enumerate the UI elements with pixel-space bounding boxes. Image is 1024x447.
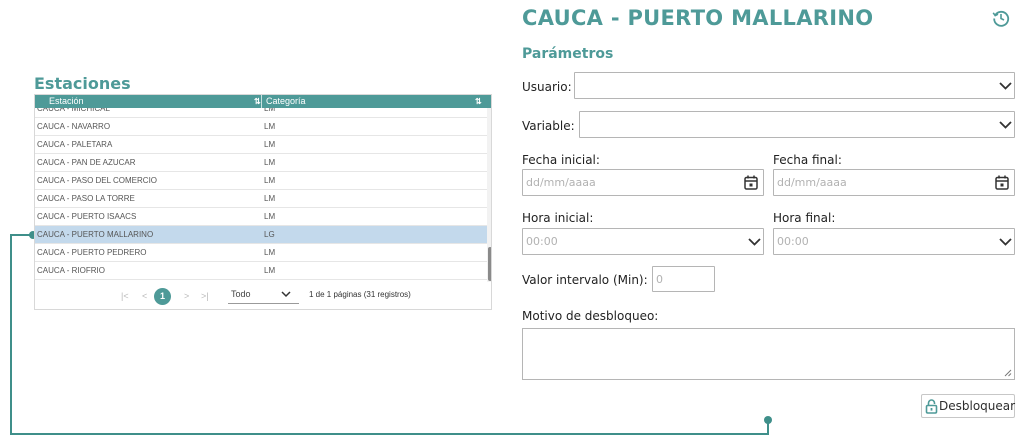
station-cell: CAUCA - NAVARRO <box>37 122 111 131</box>
category-cell: LM <box>264 266 276 275</box>
unlock-button-label: Desbloquear <box>939 399 1016 413</box>
unlock-button[interactable]: Desbloquear <box>921 394 1015 418</box>
last-page-button[interactable]: >| <box>201 290 209 302</box>
next-page-button[interactable]: > <box>184 290 189 302</box>
fecha-final-input[interactable]: dd/mm/aaaa <box>773 169 1015 196</box>
page-size-value: Todo <box>231 289 251 299</box>
resize-grip-icon[interactable] <box>1004 369 1012 377</box>
page-title: CAUCA - PUERTO MALLARINO <box>522 6 874 30</box>
fecha-inicial-placeholder: dd/mm/aaaa <box>526 176 596 189</box>
station-cell: CAUCA - RIOFRIO <box>37 266 106 275</box>
fecha-final-placeholder: dd/mm/aaaa <box>777 176 847 189</box>
hora-inicial-value: 00:00 <box>526 235 558 248</box>
scrollbar-thumb[interactable] <box>488 247 491 281</box>
category-cell: LM <box>264 140 276 149</box>
usuario-label: Usuario: <box>522 80 572 94</box>
table-row[interactable]: CAUCA - MICHICAL LM <box>35 108 487 118</box>
table-row-selected[interactable]: CAUCA - PUERTO MALLARINO LG <box>35 226 487 244</box>
hora-inicial-label: Hora inicial: <box>522 211 594 225</box>
valor-intervalo-label: Valor intervalo (Min): <box>522 273 648 287</box>
fecha-final-label: Fecha final: <box>773 153 842 167</box>
hora-final-label: Hora final: <box>773 211 836 225</box>
station-cell: CAUCA - PUERTO ISAACS <box>37 212 137 221</box>
usuario-select[interactable] <box>574 72 1015 99</box>
current-page-button[interactable]: 1 <box>154 288 171 305</box>
category-cell: LM <box>264 212 276 221</box>
table-row[interactable]: CAUCA - RIOFRIO LM <box>35 262 487 280</box>
variable-label: Variable: <box>522 119 575 133</box>
category-cell: LM <box>264 176 276 185</box>
chevron-down-icon <box>999 82 1012 90</box>
stations-title: Estaciones <box>34 74 131 93</box>
column-divider <box>261 95 262 108</box>
valor-intervalo-placeholder: 0 <box>656 273 663 286</box>
fecha-inicial-input[interactable]: dd/mm/aaaa <box>522 169 764 196</box>
category-cell: LM <box>264 108 276 113</box>
station-cell: CAUCA - PUERTO PEDRERO <box>37 248 147 257</box>
table-body: CAUCA - MICHICAL LM CAUCA - NAVARRO LM C… <box>35 108 487 282</box>
page-info: 1 de 1 páginas (31 registros) <box>309 290 411 299</box>
station-cell: CAUCA - MICHICAL <box>37 108 110 113</box>
table-row[interactable]: CAUCA - PASO LA TORRE LM <box>35 190 487 208</box>
variable-select[interactable] <box>579 111 1015 138</box>
station-cell: CAUCA - PAN DE AZUCAR <box>37 158 136 167</box>
sort-icon[interactable]: ⇅ <box>254 95 261 108</box>
pager: |< < 1 > >| Todo 1 de 1 páginas (31 regi… <box>35 283 491 309</box>
page-size-select[interactable]: Todo <box>228 286 299 304</box>
hora-final-select[interactable]: 00:00 <box>773 228 1015 255</box>
table-row[interactable]: CAUCA - PALETARA LM <box>35 136 487 154</box>
station-cell: CAUCA - PASO LA TORRE <box>37 194 135 203</box>
unlock-icon <box>925 399 938 414</box>
first-page-button[interactable]: |< <box>121 290 129 302</box>
category-cell: LM <box>264 248 276 257</box>
table-row[interactable]: CAUCA - NAVARRO LM <box>35 118 487 136</box>
valor-intervalo-input[interactable]: 0 <box>652 266 715 292</box>
category-cell: LM <box>264 194 276 203</box>
hora-final-value: 00:00 <box>777 235 809 248</box>
chevron-down-icon <box>748 238 761 246</box>
column-header-station[interactable]: Estación <box>49 95 84 108</box>
stations-table: Estación ⇅ Categoría ⇅ CAUCA - MICHICAL … <box>34 94 492 310</box>
params-title: Parámetros <box>522 46 614 62</box>
table-row[interactable]: CAUCA - PAN DE AZUCAR LM <box>35 154 487 172</box>
table-row[interactable]: CAUCA - PASO DEL COMERCIO LM <box>35 172 487 190</box>
history-icon[interactable] <box>992 9 1010 27</box>
table-header: Estación ⇅ Categoría ⇅ <box>35 95 491 108</box>
sort-icon[interactable]: ⇅ <box>475 95 482 108</box>
motivo-label: Motivo de desbloqueo: <box>522 309 659 323</box>
chevron-down-icon <box>999 121 1012 129</box>
station-cell: CAUCA - PASO DEL COMERCIO <box>37 176 158 185</box>
fecha-inicial-label: Fecha inicial: <box>522 153 600 167</box>
category-cell: LM <box>264 122 276 131</box>
calendar-icon[interactable] <box>744 175 758 190</box>
chevron-down-icon <box>281 291 291 298</box>
prev-page-button[interactable]: < <box>142 290 147 302</box>
calendar-icon[interactable] <box>995 175 1009 190</box>
table-row[interactable]: CAUCA - PUERTO PEDRERO LM <box>35 244 487 262</box>
station-cell: CAUCA - PALETARA <box>37 140 113 149</box>
table-row[interactable]: CAUCA - PUERTO ISAACS LM <box>35 208 487 226</box>
category-cell: LG <box>264 230 275 239</box>
column-header-category[interactable]: Categoría <box>266 95 306 108</box>
hora-inicial-select[interactable]: 00:00 <box>522 228 764 255</box>
category-cell: LM <box>264 158 276 167</box>
motivo-textarea[interactable] <box>522 328 1015 380</box>
chevron-down-icon <box>999 238 1012 246</box>
station-cell: CAUCA - PUERTO MALLARINO <box>37 230 154 239</box>
